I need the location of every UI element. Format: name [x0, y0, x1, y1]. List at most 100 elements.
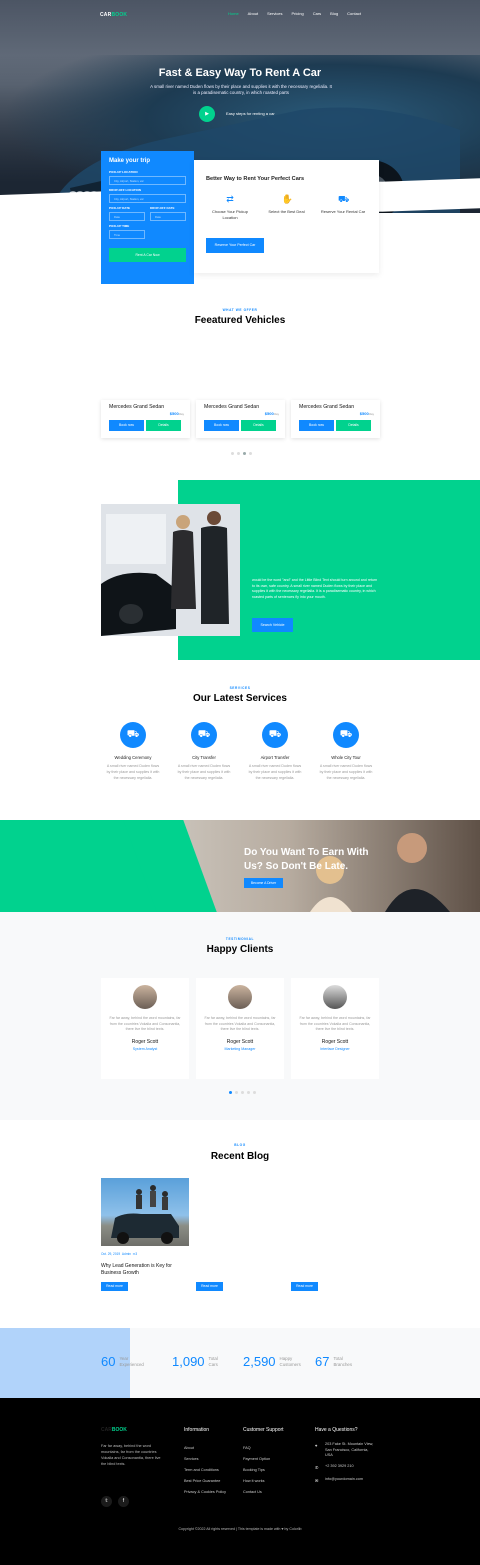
- read-more-button[interactable]: Read more: [101, 1282, 128, 1291]
- avatar: [133, 985, 157, 1009]
- nav-links: Home About Services Pricing Cars Blog Co…: [228, 11, 361, 16]
- carousel-dots: [231, 452, 252, 455]
- counter-label-line2: Experienced: [119, 1361, 144, 1367]
- client-role: System Analyst: [132, 1046, 158, 1051]
- step-deal: ✋ Select the Best Deal: [263, 194, 311, 221]
- carousel-dot[interactable]: [253, 1091, 256, 1094]
- carousel-dot[interactable]: [235, 1091, 238, 1094]
- reserve-car-button[interactable]: Reserve Your Perfect Car: [206, 238, 264, 253]
- read-more-button[interactable]: Read more: [196, 1282, 223, 1291]
- carousel-dot[interactable]: [231, 452, 234, 455]
- book-now-button[interactable]: Book now: [299, 420, 334, 431]
- details-button[interactable]: Details: [241, 420, 276, 431]
- footer-link-best-price[interactable]: Best Price Guarantee: [184, 1479, 220, 1483]
- twitter-icon[interactable]: 𝕥: [101, 1496, 112, 1507]
- blog-eyebrow: BLOG: [234, 1143, 246, 1147]
- services-title: Our Latest Services: [193, 693, 287, 704]
- service-city-transfer: ⛟ City Transfer A small river named Duden …: [176, 722, 232, 781]
- carousel-dot[interactable]: [249, 452, 252, 455]
- blog-post-title[interactable]: Why Lead Generation is Key for Business …: [101, 1263, 189, 1277]
- footer-logo[interactable]: CARBOOK: [101, 1427, 127, 1433]
- logo-part1: CAR: [100, 12, 112, 18]
- carousel-dot[interactable]: [241, 1091, 244, 1094]
- featured-title: Feeatured Vehicles: [194, 315, 286, 326]
- service-desc: A small river named Duden flows by their…: [177, 764, 231, 780]
- step-reserve: ⛟ Reserve Your Rental Car: [319, 194, 367, 221]
- blog-meta: Oct. 29, 2019 Admin ✉3: [101, 1252, 137, 1256]
- footer-link-booking-tips[interactable]: Booking Tips: [243, 1468, 265, 1472]
- counter-section: [0, 1328, 480, 1398]
- client-name: Roger Scott: [226, 1038, 254, 1045]
- avatar: [323, 985, 347, 1009]
- service-title: Whole City Tour: [331, 755, 361, 760]
- nav-cars[interactable]: Cars: [313, 11, 321, 16]
- nav-pricing[interactable]: Pricing: [291, 11, 303, 16]
- blog-date[interactable]: Oct. 29, 2019: [101, 1252, 120, 1256]
- vehicle-name: Mercedes Grand Sedan: [299, 404, 355, 410]
- carousel-dot-active[interactable]: [229, 1091, 232, 1094]
- transfer-icon: ⛟: [191, 722, 217, 748]
- footer: [0, 1398, 480, 1565]
- facebook-icon[interactable]: f: [118, 1496, 129, 1507]
- search-vehicle-button[interactable]: Search Vehicle: [252, 618, 293, 632]
- footer-link-about[interactable]: About: [184, 1446, 194, 1450]
- footer-link-how-it-works[interactable]: How it works: [243, 1479, 265, 1483]
- footer-info-title: Information: [184, 1427, 210, 1433]
- carousel-dot-active[interactable]: [243, 452, 246, 455]
- book-now-button[interactable]: Book now: [204, 420, 239, 431]
- rent-car-button[interactable]: Rent A Car Now: [109, 248, 186, 262]
- book-now-button[interactable]: Book now: [109, 420, 144, 431]
- counter-number: 1,090: [172, 1354, 205, 1369]
- blog-author[interactable]: Admin: [122, 1252, 131, 1256]
- footer-link-payment[interactable]: Payment Option: [243, 1457, 270, 1461]
- details-button[interactable]: Details: [146, 420, 181, 431]
- carousel-dot[interactable]: [237, 452, 240, 455]
- trip-title: Make your trip: [109, 158, 151, 164]
- carousel-dot[interactable]: [247, 1091, 250, 1094]
- play-icon: ▶: [205, 111, 209, 117]
- nav-contact[interactable]: Contact: [347, 11, 361, 16]
- blog-comments[interactable]: 3: [135, 1252, 137, 1256]
- counter-label-line2: Cars: [208, 1361, 218, 1367]
- vehicle-card: Mercedes Grand Sedan $500/day Book now De…: [196, 400, 285, 438]
- client-role: Marketing Manager: [224, 1046, 256, 1051]
- play-button[interactable]: ▶: [199, 106, 215, 122]
- footer-link-contact[interactable]: Contact Us: [243, 1490, 262, 1494]
- nav-blog[interactable]: Blog: [330, 11, 338, 16]
- become-driver-button[interactable]: Become A Driver: [244, 878, 283, 888]
- read-more-button[interactable]: Read more: [291, 1282, 318, 1291]
- dropoff-location-input[interactable]: City, Airport, Station, etc: [109, 194, 186, 203]
- footer-description: Far far away, behind the word mountains,…: [101, 1444, 161, 1466]
- nav-about[interactable]: About: [248, 11, 258, 16]
- footer-link-services[interactable]: Services: [184, 1457, 199, 1461]
- counter-branches: 67 Total Branches: [315, 1354, 352, 1369]
- service-airport-transfer: ⛟ Airport Transfer A small river named Dud…: [247, 722, 303, 781]
- logo[interactable]: CARBOOK: [100, 12, 127, 18]
- details-button[interactable]: Details: [336, 420, 371, 431]
- footer-link-privacy[interactable]: Privacy & Cookies Policy: [184, 1490, 226, 1494]
- footer-email[interactable]: info@yourdomain.com: [325, 1477, 363, 1483]
- counter-label-line2: Branches: [333, 1361, 353, 1367]
- logo-part1: CAR: [101, 1427, 112, 1433]
- footer-phone[interactable]: +2 392 3929 210: [325, 1464, 354, 1470]
- vehicle-card: Mercedes Grand Sedan $500/day Book now De…: [291, 400, 380, 438]
- pickup-date-input[interactable]: Date: [109, 212, 145, 221]
- driver-banner: [0, 820, 480, 912]
- pickup-location-input[interactable]: City, Airport, Station, etc: [109, 176, 186, 185]
- driver-banner-shape: [123, 820, 217, 912]
- pickup-time-input[interactable]: Time: [109, 230, 145, 239]
- footer-link-terms[interactable]: Term and Conditions: [184, 1468, 219, 1472]
- dropoff-date-label: DROP-OFF DATE: [150, 206, 175, 210]
- nav-home[interactable]: Home: [228, 11, 239, 16]
- testimonial-title: Happy Clients: [206, 944, 274, 955]
- client-role: Interface Designer: [320, 1046, 350, 1051]
- testimonial-quote: Far far away, behind the word mountains,…: [299, 1016, 371, 1032]
- nav-services[interactable]: Services: [267, 11, 282, 16]
- footer-link-faq[interactable]: FAQ: [243, 1446, 251, 1450]
- blog-photo: [111, 1185, 179, 1244]
- price-value: $500: [169, 411, 179, 416]
- dropoff-date-input[interactable]: Date: [150, 212, 186, 221]
- counter-number: 60: [101, 1354, 116, 1369]
- counter-cars: 1,090 Total Cars: [172, 1354, 218, 1369]
- blog-image[interactable]: [101, 1178, 189, 1246]
